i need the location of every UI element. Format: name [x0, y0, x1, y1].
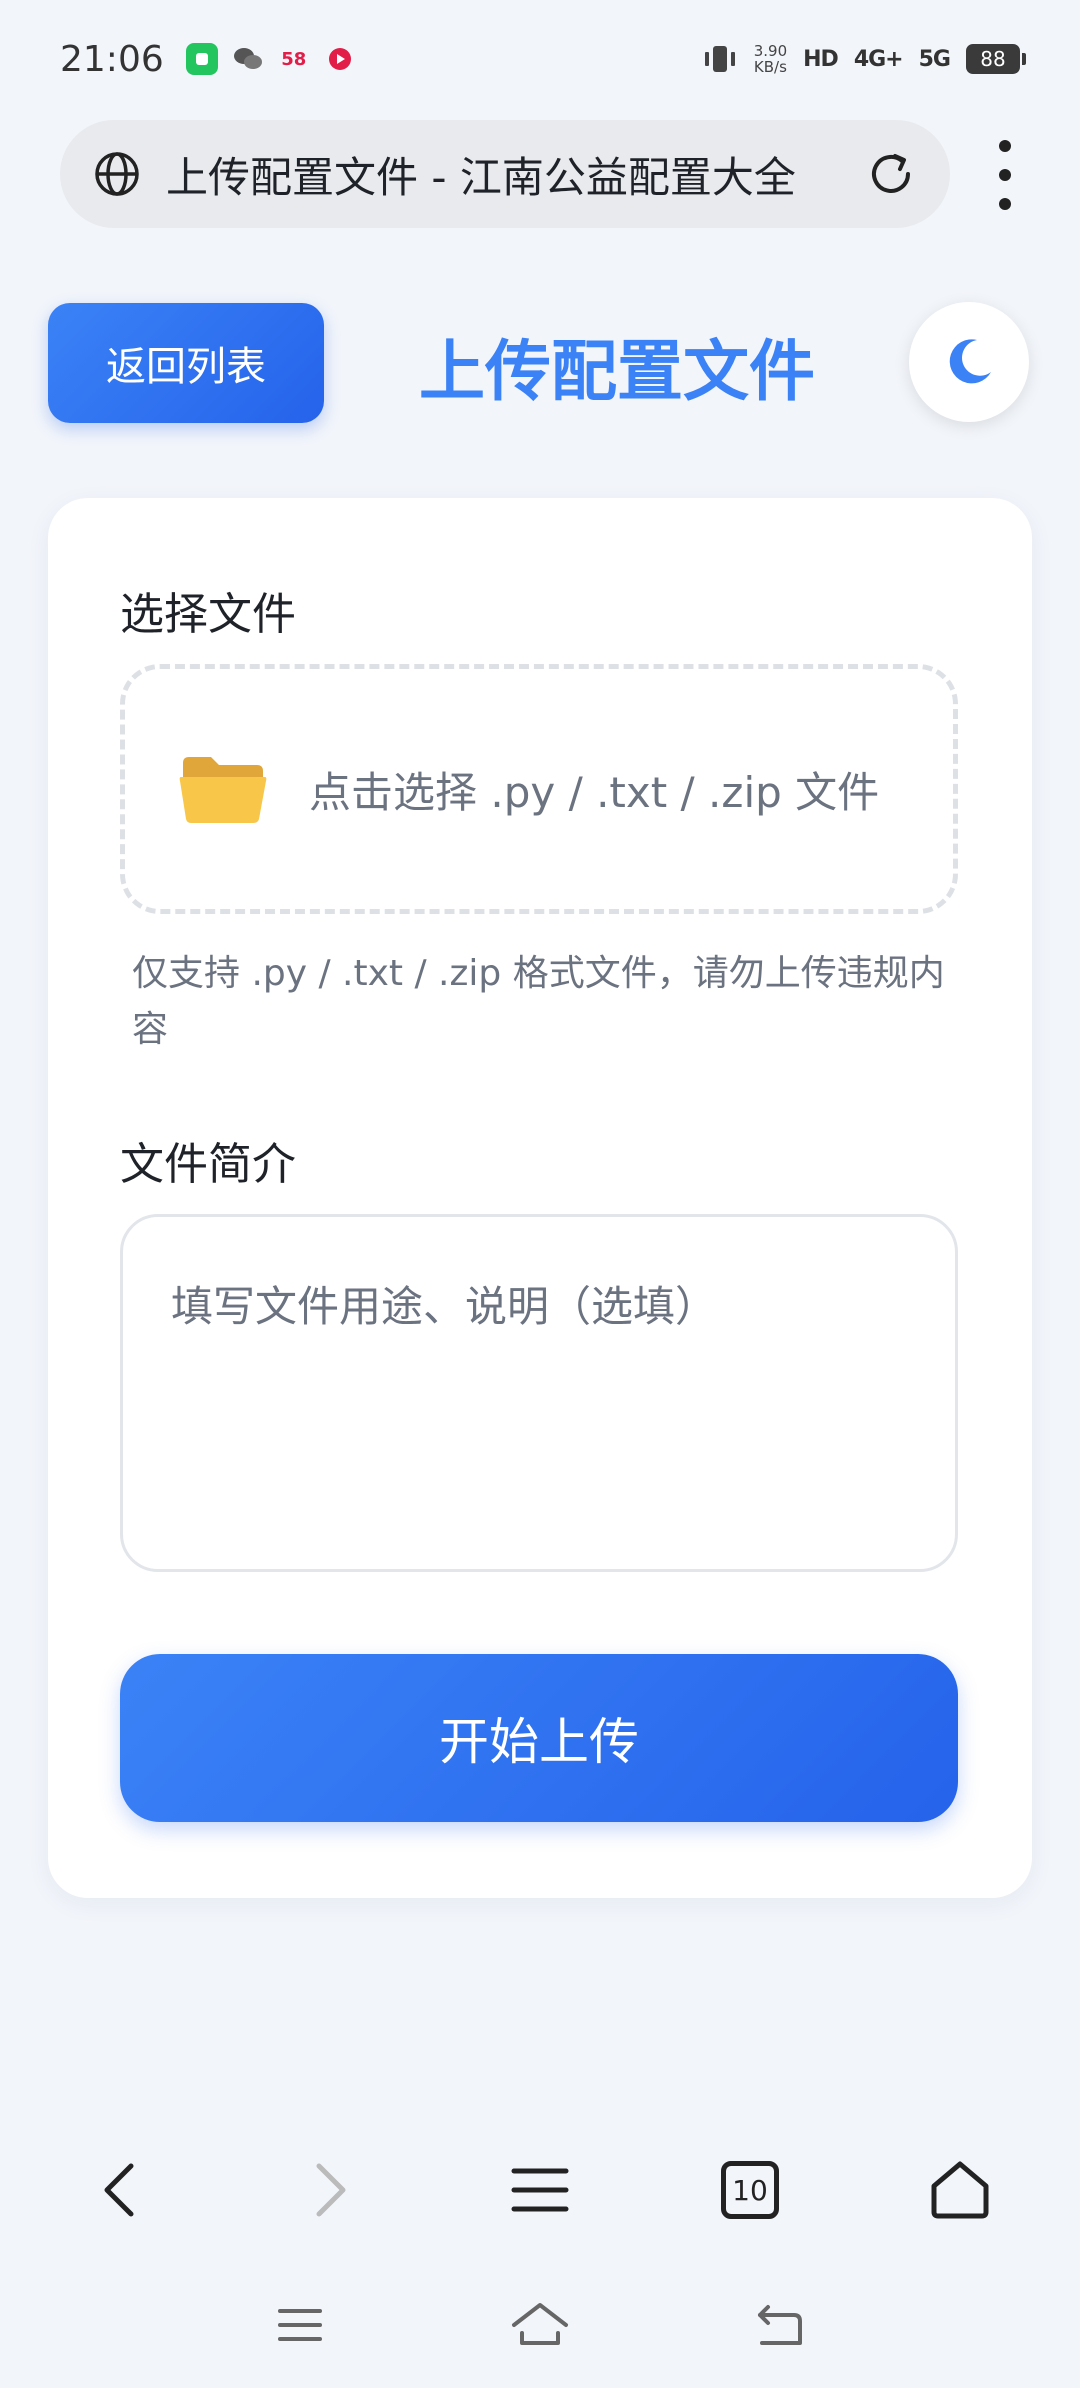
chevron-right-icon — [316, 2163, 346, 2217]
start-upload-button[interactable]: 开始上传 — [120, 1654, 958, 1822]
file-drop-zone[interactable]: 点击选择 .py / .txt / .zip 文件 — [120, 664, 958, 914]
page-url-title[interactable]: 上传配置文件 - 江南公益配置大全 — [166, 144, 844, 205]
system-home-icon — [512, 2303, 568, 2345]
system-navigation-bar — [0, 2270, 1080, 2380]
chevron-left-icon — [104, 2163, 134, 2217]
recents-icon — [278, 2309, 322, 2341]
browser-toolbar: 10 — [0, 2130, 1080, 2250]
page: 21:06 58 3.90 KB/s HD 4G+ 5G 88 上传配置文件 -… — [0, 0, 1080, 2388]
wechat-icon — [232, 43, 264, 75]
hd-icon: HD — [803, 46, 839, 72]
system-status: 3.90 KB/s HD 4G+ 5G 88 — [702, 42, 1026, 76]
back-to-list-button[interactable]: 返回列表 — [48, 303, 324, 423]
net-speed: 3.90 KB/s — [753, 42, 788, 76]
menu-nav-button[interactable] — [480, 2130, 600, 2250]
tab-count-icon: 10 — [721, 2161, 779, 2219]
forward-nav-button[interactable] — [270, 2130, 390, 2250]
upload-card: 选择文件 点击选择 .py / .txt / .zip 文件 仅支持 .py /… — [48, 498, 1032, 1898]
description-input[interactable] — [120, 1214, 958, 1572]
globe-icon — [95, 152, 139, 196]
moon-icon — [949, 339, 991, 384]
folder-icon — [179, 757, 267, 823]
signal-4g-icon: 4G+ — [853, 46, 904, 72]
vibrate-icon — [704, 46, 735, 72]
page-title: 上传配置文件 — [419, 333, 815, 410]
system-back-icon — [758, 2305, 802, 2345]
messages-app-icon — [185, 43, 218, 75]
video-app-icon — [324, 43, 356, 75]
description-label: 文件简介 — [120, 1139, 296, 1190]
home-icon — [931, 2161, 989, 2219]
reload-icon[interactable] — [864, 147, 918, 201]
system-home-button[interactable] — [490, 2270, 590, 2380]
battery-icon: 88 — [966, 44, 1026, 74]
home-nav-button[interactable] — [900, 2130, 1020, 2250]
file-format-hint: 仅支持 .py / .txt / .zip 格式文件，请勿上传违规内容 — [132, 953, 945, 1050]
recent-apps-button[interactable] — [250, 2270, 350, 2380]
app-58-icon: 58 — [281, 48, 307, 70]
status-bar: 21:06 58 3.90 KB/s HD 4G+ 5G 88 — [0, 0, 1080, 118]
status-time: 21:06 — [60, 38, 164, 80]
system-back-button[interactable] — [730, 2270, 830, 2380]
drop-zone-text: 点击选择 .py / .txt / .zip 文件 — [309, 767, 880, 817]
notification-icons: 58 — [185, 43, 356, 75]
address-bar[interactable]: 上传配置文件 - 江南公益配置大全 — [60, 120, 950, 228]
more-options-icon[interactable] — [990, 140, 1020, 210]
back-nav-button[interactable] — [60, 2130, 180, 2250]
signal-5g-icon: 5G — [918, 46, 951, 72]
tabs-nav-button[interactable]: 10 — [690, 2130, 810, 2250]
menu-icon — [511, 2168, 569, 2212]
theme-toggle-button[interactable] — [909, 302, 1029, 422]
file-label: 选择文件 — [120, 589, 296, 640]
